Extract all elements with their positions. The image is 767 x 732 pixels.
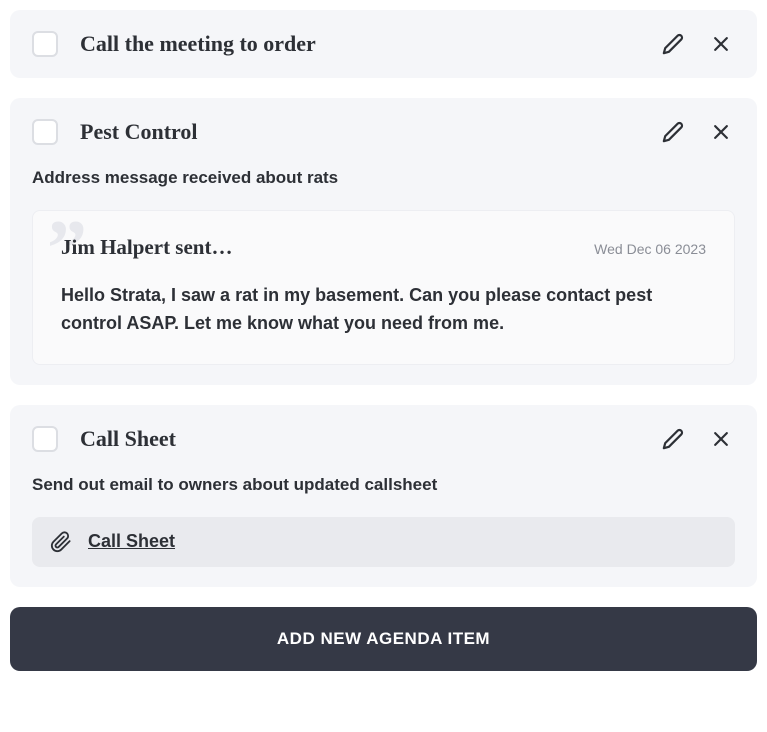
agenda-title: Call Sheet xyxy=(80,426,659,452)
agenda-checkbox[interactable] xyxy=(32,119,58,145)
quote-date: Wed Dec 06 2023 xyxy=(594,241,706,257)
agenda-title: Pest Control xyxy=(80,119,659,145)
edit-button[interactable] xyxy=(659,30,687,58)
delete-button[interactable] xyxy=(707,118,735,146)
edit-button[interactable] xyxy=(659,425,687,453)
attachment-link[interactable]: Call Sheet xyxy=(32,517,735,567)
agenda-description: Send out email to owners about updated c… xyxy=(32,475,735,495)
close-icon xyxy=(711,122,731,142)
delete-button[interactable] xyxy=(707,30,735,58)
agenda-item: Call the meeting to order xyxy=(10,10,757,78)
agenda-item-header: Call the meeting to order xyxy=(32,30,735,58)
close-icon xyxy=(711,429,731,449)
agenda-description: Address message received about rats xyxy=(32,168,735,188)
quote-header: Jim Halpert sent… Wed Dec 06 2023 xyxy=(61,235,706,260)
pencil-icon xyxy=(662,121,684,143)
agenda-checkbox[interactable] xyxy=(32,31,58,57)
add-agenda-item-button[interactable]: ADD NEW AGENDA ITEM xyxy=(10,607,757,671)
agenda-item: Pest Control Address message received ab… xyxy=(10,98,757,385)
agenda-item-header: Call Sheet xyxy=(32,425,735,453)
agenda-item-header: Pest Control xyxy=(32,118,735,146)
delete-button[interactable] xyxy=(707,425,735,453)
agenda-checkbox[interactable] xyxy=(32,426,58,452)
quote-sender: Jim Halpert sent… xyxy=(61,235,232,260)
agenda-actions xyxy=(659,30,735,58)
agenda-title: Call the meeting to order xyxy=(80,31,659,57)
pencil-icon xyxy=(662,33,684,55)
agenda-actions xyxy=(659,425,735,453)
edit-button[interactable] xyxy=(659,118,687,146)
agenda-actions xyxy=(659,118,735,146)
paperclip-icon xyxy=(50,531,72,553)
pencil-icon xyxy=(662,428,684,450)
attachment-label: Call Sheet xyxy=(88,531,175,552)
agenda-item: Call Sheet Send out email to owners abou… xyxy=(10,405,757,587)
message-quote: ” Jim Halpert sent… Wed Dec 06 2023 Hell… xyxy=(32,210,735,365)
close-icon xyxy=(711,34,731,54)
quote-body: Hello Strata, I saw a rat in my basement… xyxy=(61,282,706,338)
